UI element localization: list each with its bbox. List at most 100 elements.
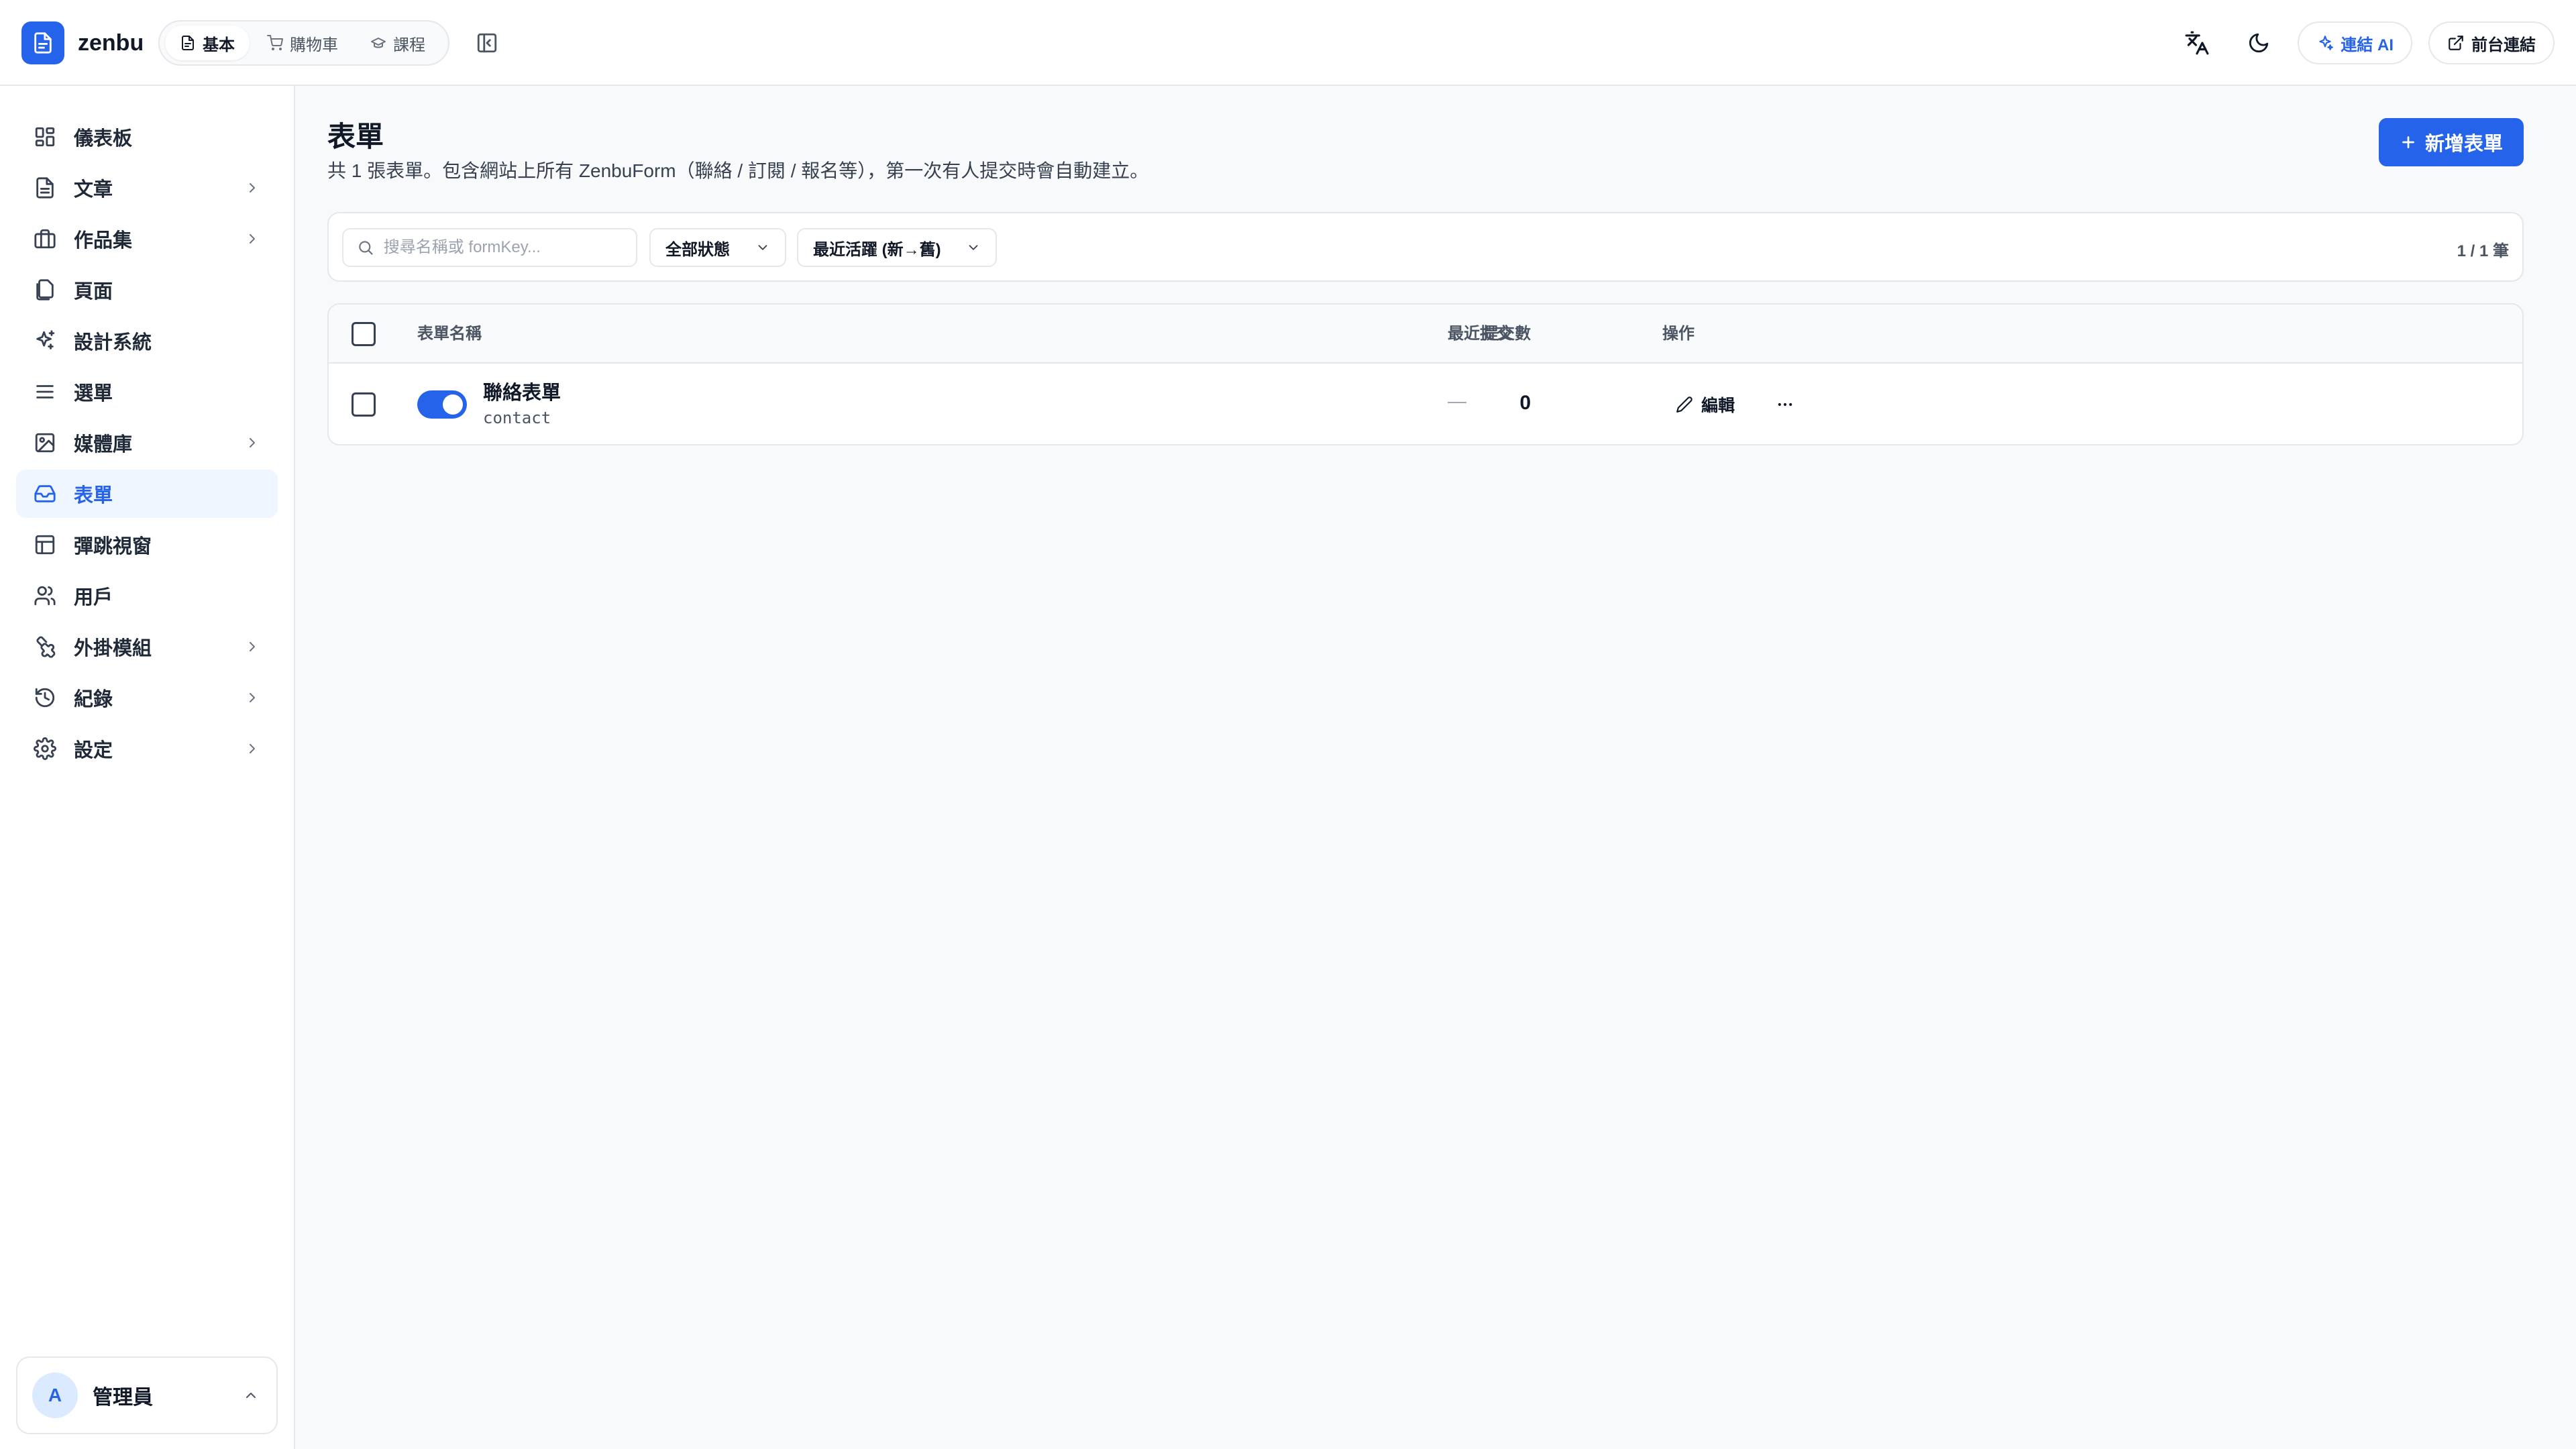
sidebar-item-label: 用戶 — [74, 587, 113, 608]
more-horizontal-icon — [1778, 402, 1792, 407]
table-header: 表單名稱 提交數 最近提交 操作 — [329, 305, 2522, 364]
sidebar-item-settings[interactable]: 設定 — [16, 724, 278, 773]
frontend-link-button[interactable]: 前台連結 — [2428, 21, 2555, 64]
select-all-checkbox[interactable] — [352, 322, 376, 346]
status-filter-value: 全部狀態 — [665, 240, 730, 259]
cart-icon — [267, 35, 283, 50]
edit-form-label: 編輯 — [1701, 396, 1735, 415]
sidebar-item-label: 紀錄 — [74, 689, 113, 710]
sidebar-item-logs[interactable]: 紀錄 — [16, 674, 278, 722]
sidebar-item-label: 文章 — [74, 179, 113, 201]
theme-toggle-button[interactable] — [2236, 20, 2282, 66]
chevron-up-icon — [246, 1393, 256, 1398]
row-checkbox[interactable] — [352, 392, 376, 417]
language-button[interactable] — [2174, 20, 2220, 66]
sidebar-item-pages[interactable]: 頁面 — [16, 266, 278, 314]
user-name: 管理員 — [93, 1387, 153, 1409]
sidebar-item-label: 作品集 — [74, 230, 133, 252]
chevron-right-icon — [250, 642, 255, 651]
puzzle-icon — [36, 636, 56, 658]
panel-left-icon — [477, 33, 497, 53]
top-actions: 連結 AI 前台連結 — [2174, 20, 2555, 66]
sidebar-item-label: 選單 — [74, 383, 113, 405]
new-form-button[interactable]: 新增表單 — [2379, 118, 2524, 166]
chevron-right-icon — [250, 234, 255, 244]
form-name[interactable]: 聯絡表單 — [483, 381, 561, 405]
sidebar-item-menus[interactable]: 選單 — [16, 368, 278, 416]
sidebar-item-label: 設定 — [74, 740, 113, 761]
sidebar-item-design-system[interactable]: 設計系統 — [16, 317, 278, 365]
top-bar: zenbu 基本 購物車 課程 連結 AI 前台連結 — [0, 0, 2576, 86]
sidebar-item-label: 頁面 — [74, 281, 113, 303]
last-submitted: — — [1448, 390, 1466, 411]
more-actions-button[interactable] — [1767, 386, 1803, 423]
sidebar-item-plugins[interactable]: 外掛模組 — [16, 623, 278, 671]
sort-select[interactable]: 最近活躍 (新→舊) — [797, 228, 997, 267]
chevron-right-icon — [250, 744, 255, 753]
sidebar-item-forms[interactable]: 表單 — [16, 470, 278, 518]
sidebar-item-users[interactable]: 用戶 — [16, 572, 278, 620]
frontend-link-label: 前台連結 — [2471, 36, 2536, 54]
gear-icon — [34, 737, 56, 760]
search-input[interactable] — [383, 238, 623, 257]
new-form-label: 新增表單 — [2424, 133, 2503, 155]
sort-value: 最近活躍 (新→舊) — [813, 240, 941, 259]
column-header-name: 表單名稱 — [417, 325, 482, 343]
inbox-icon — [34, 485, 56, 502]
tab-basic[interactable]: 基本 — [165, 25, 250, 60]
sidebar-item-label: 外掛模組 — [74, 638, 152, 659]
tab-courses[interactable]: 課程 — [356, 25, 440, 60]
forms-table: 表單名稱 提交數 最近提交 操作 聯絡表單 contact 0 — 編輯 — [327, 303, 2524, 445]
form-key: contact — [483, 409, 551, 427]
briefcase-icon — [34, 229, 56, 249]
pencil-icon — [1676, 396, 1693, 413]
chevron-right-icon — [250, 438, 255, 447]
pages-icon — [36, 279, 54, 301]
sidebar-item-popups[interactable]: 彈跳視窗 — [16, 521, 278, 569]
submission-count: 0 — [1519, 392, 1531, 414]
moon-icon — [2249, 33, 2269, 53]
sidebar-item-label: 媒體庫 — [74, 434, 133, 455]
graduation-cap-icon — [371, 38, 386, 48]
column-header-last-submitted: 最近提交 — [1448, 325, 1512, 343]
connect-ai-label: 連結 AI — [2341, 36, 2394, 54]
column-header-actions: 操作 — [1662, 325, 1695, 343]
history-icon — [35, 688, 55, 708]
mode-tabs: 基本 購物車 課程 — [158, 20, 449, 66]
sidebar-item-dashboard[interactable]: 儀表板 — [16, 113, 278, 161]
menu-icon — [36, 385, 54, 398]
file-icon — [34, 32, 52, 54]
connect-ai-button[interactable]: 連結 AI — [2298, 21, 2412, 64]
document-icon — [36, 177, 54, 199]
sidebar: 儀表板 文章 作品集 頁面 設計系統 選單 媒體庫 表單 彈跳視窗 用戶 外掛模… — [0, 86, 295, 1449]
sidebar-item-portfolio[interactable]: 作品集 — [16, 215, 278, 263]
plus-icon — [2402, 136, 2414, 148]
tab-cart-label: 購物車 — [290, 36, 338, 54]
chevron-right-icon — [250, 693, 255, 702]
edit-form-button[interactable]: 編輯 — [1676, 386, 1735, 423]
file-icon — [182, 36, 194, 50]
chevron-down-icon — [969, 245, 978, 250]
layout-icon — [35, 535, 55, 555]
page-subtitle: 共 1 張表單。包含網站上所有 ZenbuForm（聯絡 / 訂閱 / 報名等）… — [327, 160, 1149, 181]
search-box — [342, 228, 637, 267]
sparkles-icon — [36, 330, 55, 350]
avatar: A — [32, 1373, 78, 1418]
user-menu[interactable]: A 管理員 — [16, 1356, 278, 1434]
users-icon — [34, 586, 56, 606]
sidebar-item-label: 儀表板 — [74, 128, 133, 150]
sidebar-item-label: 設計系統 — [74, 332, 152, 354]
filter-bar: 全部狀態 最近活躍 (新→舊) 1 / 1 筆 — [327, 212, 2524, 282]
sidebar-item-label: 彈跳視窗 — [74, 536, 152, 557]
status-filter-select[interactable]: 全部狀態 — [649, 228, 786, 267]
app-logo[interactable] — [21, 21, 64, 64]
sparkles-icon — [2319, 36, 2334, 50]
tab-basic-label: 基本 — [203, 36, 235, 54]
translate-icon — [2185, 31, 2209, 55]
form-enabled-toggle[interactable] — [417, 390, 467, 419]
tab-cart[interactable]: 購物車 — [252, 25, 353, 60]
sidebar-item-media[interactable]: 媒體庫 — [16, 419, 278, 467]
image-icon — [35, 433, 55, 453]
sidebar-collapse-button[interactable] — [474, 30, 500, 56]
sidebar-item-posts[interactable]: 文章 — [16, 164, 278, 212]
